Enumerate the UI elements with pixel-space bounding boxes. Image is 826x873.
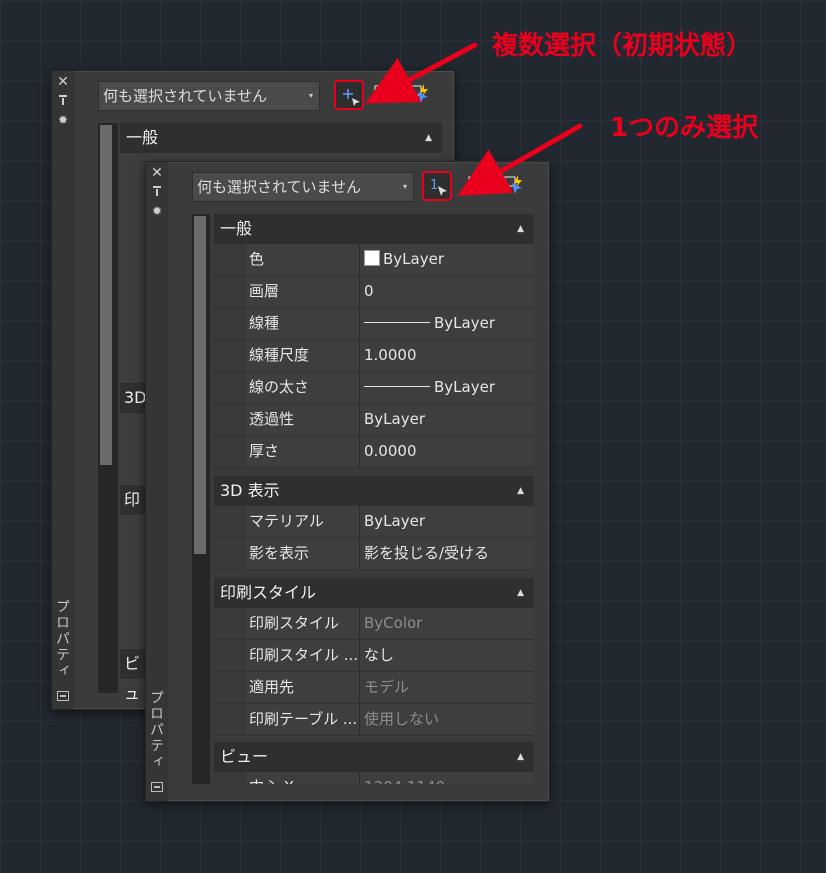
- arrow-to-single-button: [457, 123, 583, 196]
- arrow-to-multi-button: [365, 42, 478, 104]
- annotation-arrows: [365, 42, 583, 196]
